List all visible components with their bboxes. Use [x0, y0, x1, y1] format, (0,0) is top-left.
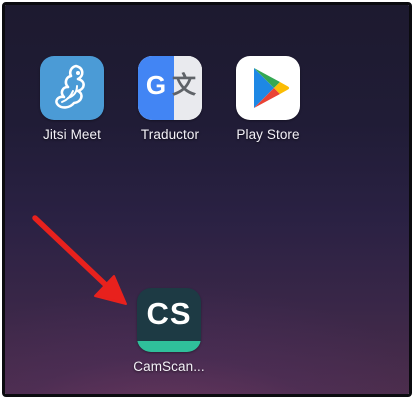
- screenshot-frame: Jitsi Meet G 文 Traductor Play Store CS C…: [2, 2, 412, 397]
- red-arrow-annotation: [32, 215, 127, 305]
